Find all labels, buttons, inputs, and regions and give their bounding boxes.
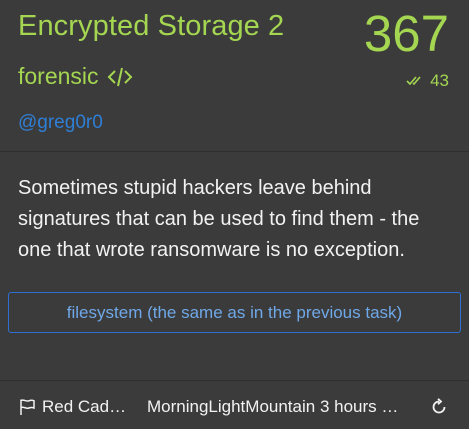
challenge-card: Encrypted Storage 2 367 forensic 43 @gre… xyxy=(0,0,469,429)
code-icon xyxy=(107,65,133,89)
card-header: Encrypted Storage 2 367 forensic 43 @gre… xyxy=(0,0,469,150)
double-check-icon xyxy=(406,75,424,87)
author-link[interactable]: @greg0r0 xyxy=(18,112,103,134)
card-footer: Red Cad… MorningLightMountain 3 hours … xyxy=(0,381,469,429)
first-blood: Red Cad… xyxy=(18,397,126,417)
solves-count: 43 xyxy=(406,71,449,91)
header-divider xyxy=(0,151,469,152)
flag-icon xyxy=(18,398,36,416)
download-file-button[interactable]: filesystem (the same as in the previous … xyxy=(8,292,461,333)
challenge-category: forensic xyxy=(18,63,133,90)
last-solver: MorningLightMountain 3 hours … xyxy=(147,397,399,416)
refresh-icon[interactable] xyxy=(430,398,448,416)
challenge-title: Encrypted Storage 2 xyxy=(18,10,285,42)
category-label: forensic xyxy=(18,63,99,89)
challenge-description: Sometimes stupid hackers leave behind si… xyxy=(18,177,420,261)
first-blood-team: Red Cad… xyxy=(42,397,127,416)
solves-label: 43 xyxy=(430,71,449,90)
challenge-score: 367 xyxy=(363,5,449,62)
